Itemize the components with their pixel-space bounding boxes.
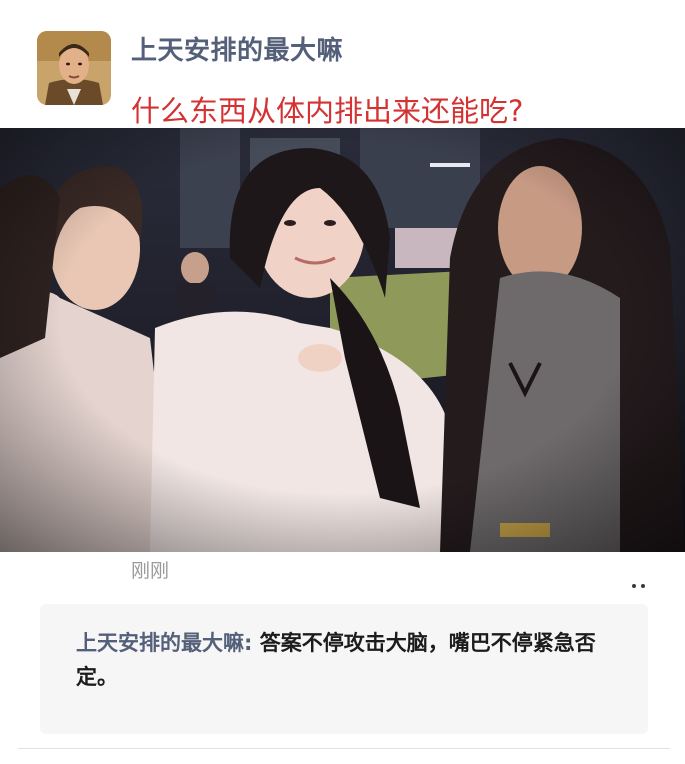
comment-item[interactable]: 上天安排的最大嘛: 答案不停攻击大脑，嘴巴不停紧急否定。	[76, 626, 616, 694]
more-dot	[641, 584, 645, 588]
more-dots-icon[interactable]	[626, 572, 652, 592]
comment-separator: :	[244, 631, 260, 655]
comment-author[interactable]: 上天安排的最大嘛	[76, 631, 244, 655]
post-timestamp: 刚刚	[131, 560, 170, 582]
feed-post: 上天安排的最大嘛 什么东西从体内排出来还能吃? 刚刚 上天安排的最大嘛: 答案不…	[0, 0, 685, 764]
more-dot	[632, 584, 636, 588]
post-text: 什么东西从体内排出来还能吃?	[131, 94, 524, 128]
author-name[interactable]: 上天安排的最大嘛	[131, 30, 343, 67]
author-avatar[interactable]	[37, 31, 111, 105]
comment-section: 上天安排的最大嘛: 答案不停攻击大脑，嘴巴不停紧急否定。	[40, 604, 648, 734]
post-image[interactable]	[0, 128, 685, 552]
post-divider	[18, 748, 670, 749]
